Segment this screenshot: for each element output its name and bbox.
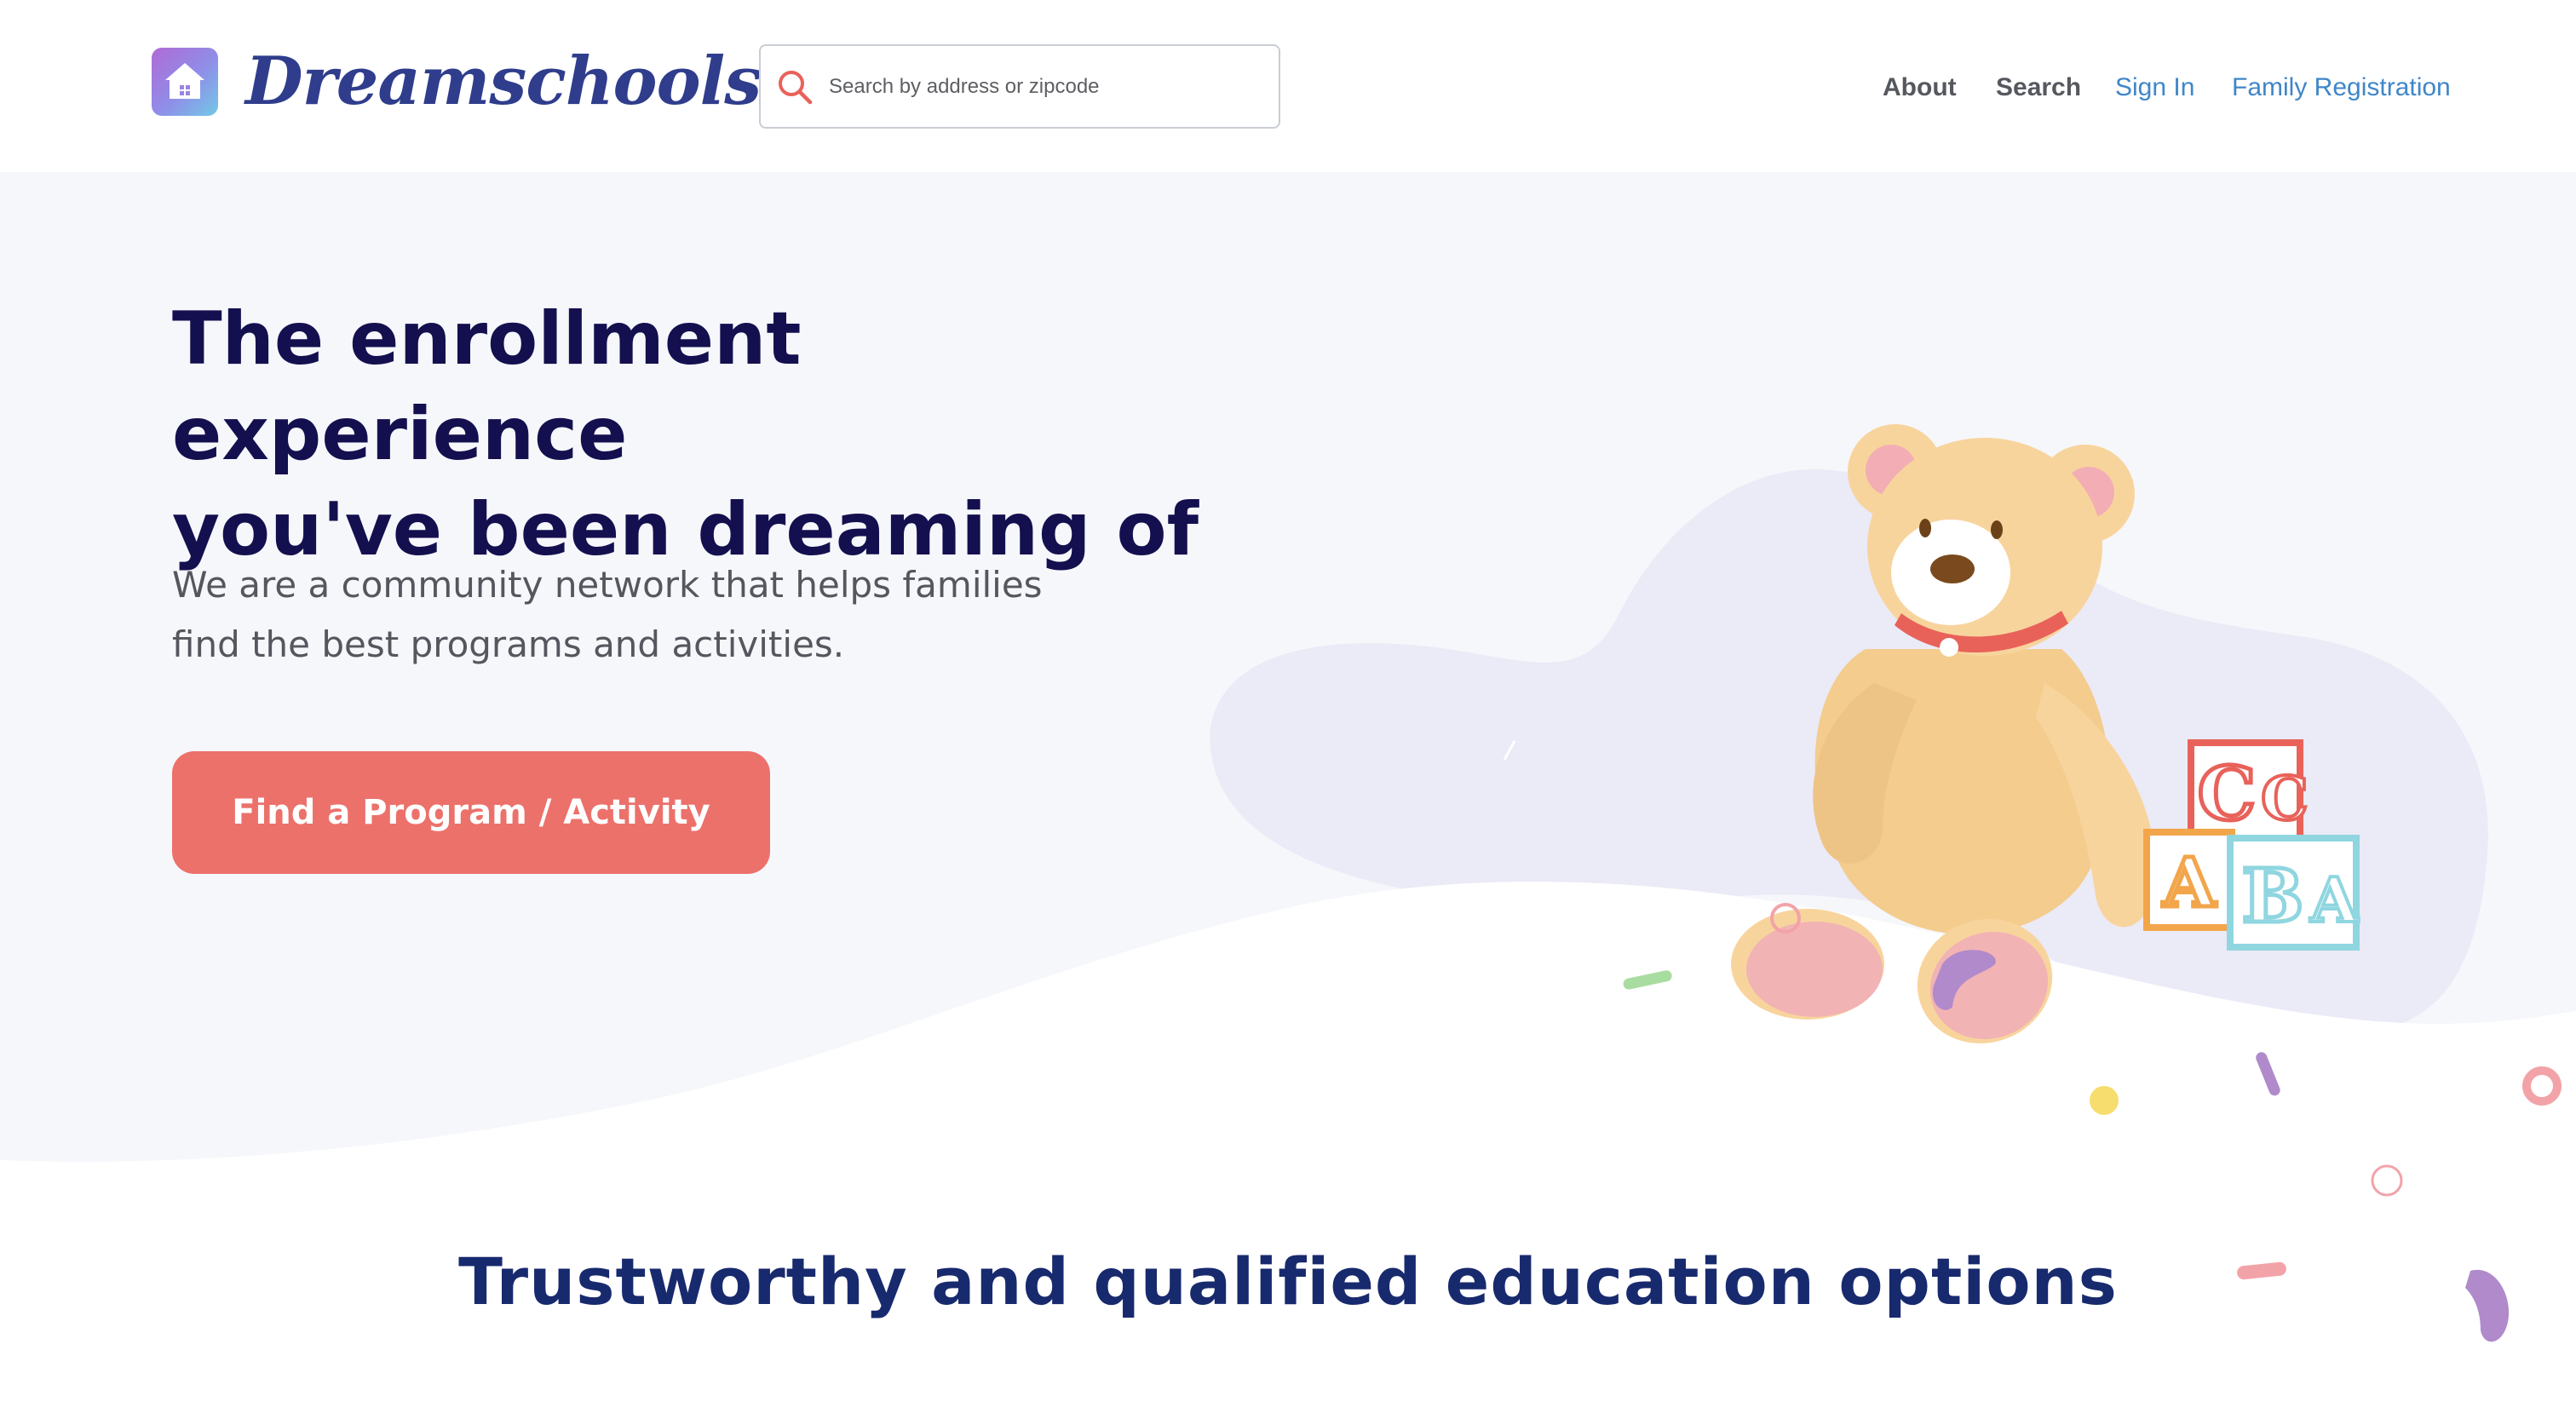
nav-search-link[interactable]: Search <box>1996 73 2081 102</box>
brand-logo[interactable]: Dreamschools <box>152 43 762 120</box>
site-header: Dreamschools About Search Sign In Family… <box>0 0 2576 172</box>
abc-blocks: C C A B A <box>2143 739 2360 951</box>
block-letter: A <box>2162 842 2217 922</box>
block-letter: A <box>2309 864 2359 936</box>
house-icon <box>152 48 218 116</box>
brand-name: Dreamschools <box>245 43 762 120</box>
teddy-bear-illustration: C C A B A <box>1503 424 2562 1342</box>
nav-sign-in-link[interactable]: Sign In <box>2115 73 2194 102</box>
search-input[interactable] <box>829 60 1255 112</box>
nav-about-link[interactable]: About <box>1883 73 1957 102</box>
hero-section: The enrollment experience you've been dr… <box>0 172 2576 1419</box>
section-title: Trustworthy and qualified education opti… <box>458 1244 2118 1319</box>
block-letter: B <box>2242 853 2304 939</box>
search-icon <box>761 44 829 129</box>
nav-family-registration-link[interactable]: Family Registration <box>2232 73 2451 102</box>
block-letter: C <box>2198 751 2256 837</box>
search-box[interactable] <box>759 44 1280 129</box>
block-letter: C <box>2261 763 2309 834</box>
